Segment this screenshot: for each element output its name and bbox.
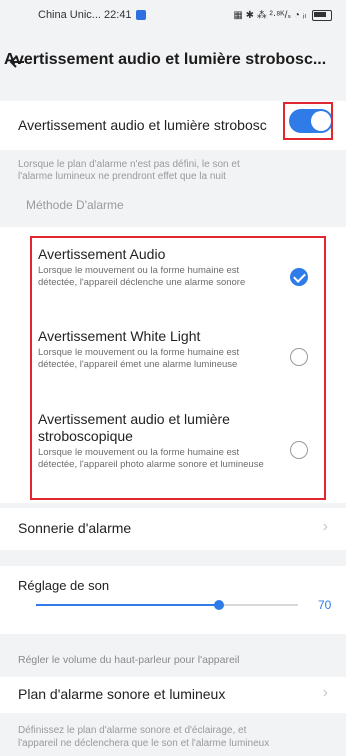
carrier-time: China Unic... 22:41	[38, 9, 132, 21]
option-white-light[interactable]: Avertissement White Light Lorsque le mou…	[38, 328, 318, 371]
notification-icon	[135, 10, 146, 20]
notice-line-2: l'alarme lumineux ne prendront effet que…	[18, 171, 226, 182]
option-title: Avertissement audio et lumière strobosco…	[38, 411, 230, 444]
ringtone-row[interactable]: Sonnerie d'alarme ›	[0, 508, 346, 550]
slider-fill	[36, 604, 220, 606]
header: Avertissement audio et lumière strobosc.…	[0, 44, 346, 78]
radio-icon[interactable]	[290, 441, 308, 459]
option-audio-strobe[interactable]: Avertissement audio et lumière strobosco…	[38, 411, 318, 471]
alarm-plan-row[interactable]: Plan d'alarme sonore et lumineux ›	[0, 677, 346, 713]
status-icons: ▦ ✱ ⁂ ²·⁸ᴷ/ₛ ◔ ᵢₗ	[233, 9, 306, 21]
toggle-highlight-box	[283, 102, 333, 140]
battery-icon	[312, 9, 332, 21]
radio-icon[interactable]	[290, 348, 308, 366]
status-left: China Unic... 22:41	[38, 9, 146, 21]
chevron-right-icon: ›	[322, 518, 328, 535]
option-desc: Lorsque le mouvement ou la forme humaine…	[38, 447, 264, 470]
option-desc: Lorsque le mouvement ou la forme humaine…	[38, 265, 246, 288]
ringtone-label: Sonnerie d'alarme	[18, 520, 132, 536]
radio-checked-icon[interactable]	[290, 268, 308, 286]
option-title: Avertissement White Light	[38, 328, 201, 344]
alarm-plan-label: Plan d'alarme sonore et lumineux	[18, 686, 226, 702]
alarm-method-label: Méthode D'alarme	[26, 198, 124, 212]
main-toggle-label: Avertissement audio et lumière strobosc	[18, 117, 267, 133]
option-title: Avertissement Audio	[38, 246, 166, 262]
plan-help-line-1: Définissez le plan d'alarme sonore et d'…	[18, 725, 247, 736]
volume-help: Régler le volume du haut-parleur pour l'…	[18, 654, 240, 666]
option-desc: Lorsque le mouvement ou la forme humaine…	[38, 347, 240, 370]
chevron-right-icon: ›	[322, 684, 328, 701]
page-title: Avertissement audio et lumière strobosc.…	[4, 51, 327, 68]
volume-slider[interactable]	[36, 600, 298, 610]
volume-label: Réglage de son	[18, 578, 110, 593]
option-audio[interactable]: Avertissement Audio Lorsque le mouvement…	[38, 246, 318, 289]
volume-card: Réglage de son	[0, 566, 346, 634]
plan-help-line-2: l'appareil ne déclenchera que le son et …	[18, 738, 270, 749]
volume-value: 70	[318, 598, 332, 612]
status-bar: China Unic... 22:41 ▦ ✱ ⁂ ²·⁸ᴷ/ₛ ◔ ᵢₗ	[0, 0, 346, 30]
status-right: ▦ ✱ ⁂ ²·⁸ᴷ/ₛ ◔ ᵢₗ	[233, 9, 332, 21]
